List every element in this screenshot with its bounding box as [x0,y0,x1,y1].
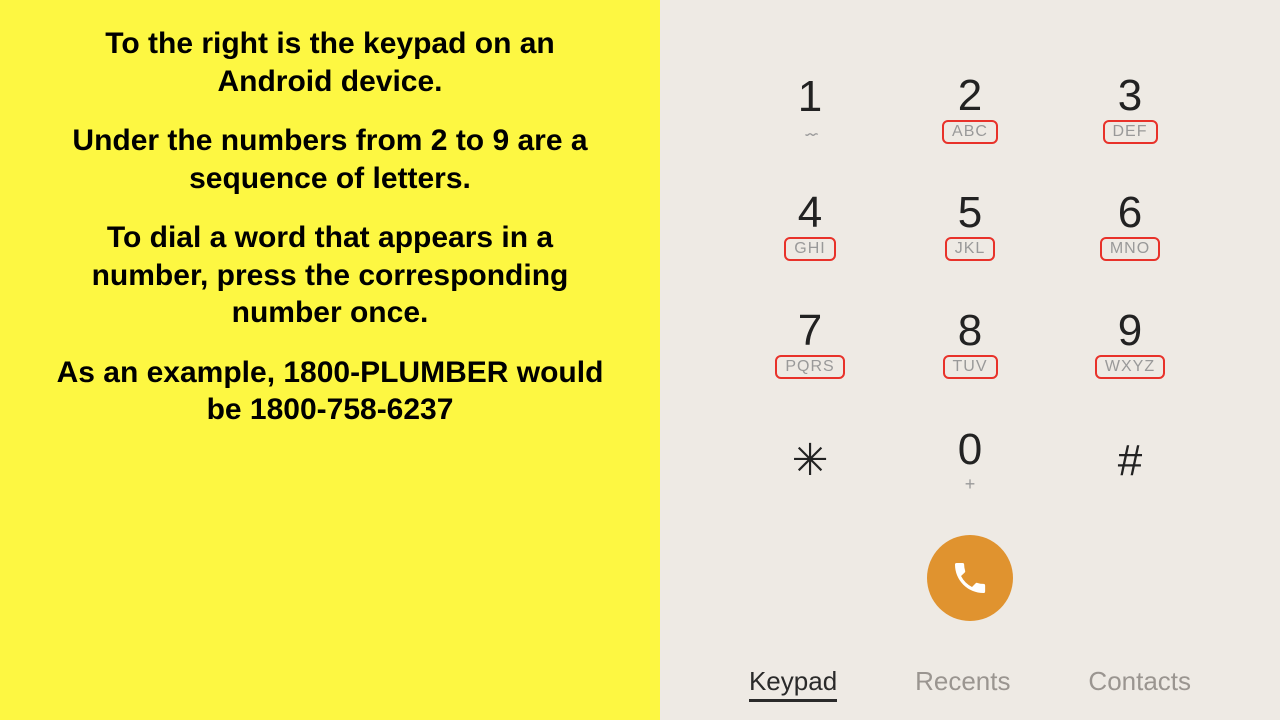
key-3[interactable]: 3 DEF [1050,50,1210,168]
key-8[interactable]: 8 TUV [890,285,1050,403]
key-letters: DEF [1103,120,1158,144]
key-letters: WXYZ [1095,355,1165,379]
key-7[interactable]: 7 PQRS [730,285,890,403]
key-2[interactable]: 2 ABC [890,50,1050,168]
key-5[interactable]: 5 JKL [890,168,1050,286]
key-4[interactable]: 4 GHI [730,168,890,286]
call-button-container [660,535,1280,621]
key-plus: + [965,474,976,495]
instruction-para-3: To dial a word that appears in a number,… [55,219,605,332]
key-9[interactable]: 9 WXYZ [1050,285,1210,403]
voicemail-icon: ⌇ [800,130,820,135]
key-6[interactable]: 6 MNO [1050,168,1210,286]
key-digit: 8 [958,309,982,353]
phone-icon [950,558,990,598]
key-digit: 1 [798,75,822,119]
key-hash[interactable]: # [1050,403,1210,521]
instruction-para-4: As an example, 1800-PLUMBER would be 180… [55,354,605,429]
key-digit: 6 [1118,191,1142,235]
key-digit: 5 [958,191,982,235]
tab-recents[interactable]: Recents [915,666,1010,702]
key-letters: PQRS [775,355,844,379]
key-letters: TUV [943,355,998,379]
key-digit: 2 [958,74,982,118]
key-letters: ABC [942,120,998,144]
key-star[interactable]: ✳ [730,403,890,521]
key-letters: GHI [784,237,835,261]
key-1[interactable]: 1 ⌇ [730,50,890,168]
key-digit: 0 [958,428,982,472]
key-digit: 4 [798,191,822,235]
instruction-para-2: Under the numbers from 2 to 9 are a sequ… [55,122,605,197]
key-digit: 7 [798,309,822,353]
key-digit: ✳ [792,439,829,483]
instructions-panel: To the right is the keypad on an Android… [0,0,660,720]
instruction-para-1: To the right is the keypad on an Android… [55,25,605,100]
call-button[interactable] [927,535,1013,621]
key-digit: 9 [1118,309,1142,353]
key-0[interactable]: 0 + [890,403,1050,521]
phone-keypad-panel: 1 ⌇ 2 ABC 3 DEF 4 GHI 5 JKL 6 MNO 7 PQRS… [660,0,1280,720]
bottom-tabs: Keypad Recents Contacts [660,666,1280,702]
key-digit: 3 [1118,74,1142,118]
tab-contacts[interactable]: Contacts [1088,666,1191,702]
tab-keypad[interactable]: Keypad [749,666,837,702]
key-letters: MNO [1100,237,1160,261]
key-digit: # [1118,439,1142,483]
key-letters: JKL [945,237,996,261]
keypad-grid: 1 ⌇ 2 ABC 3 DEF 4 GHI 5 JKL 6 MNO 7 PQRS… [660,50,1280,520]
